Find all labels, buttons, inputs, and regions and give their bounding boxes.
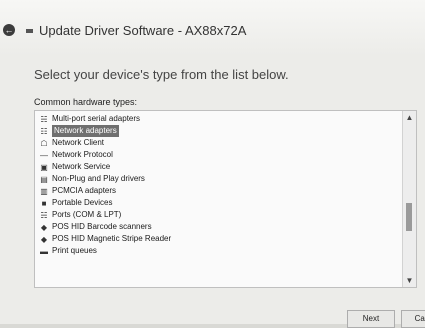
cancel-button[interactable]: Can [401,310,425,328]
stripe-reader-icon: ◆ [40,234,48,244]
list-item-label: POS HID Barcode scanners [52,222,152,231]
list-item-label: Multi-port serial adapters [52,114,141,123]
list-item[interactable]: — Network Protocol [35,149,397,161]
list-item-label: Network Client [52,138,105,147]
next-button[interactable]: Next [347,310,395,328]
list-item[interactable]: ▥ PCMCIA adapters [35,185,397,197]
hardware-types-label: Common hardware types: [34,97,138,107]
scrollbar[interactable]: ▲ ▼ [402,111,416,287]
list-item[interactable]: ■ Portable Devices [35,197,397,209]
list-item-label: Network Protocol [52,150,113,159]
printer-icon: ▬ [40,246,48,256]
chevron-down-icon[interactable]: ▼ [405,276,414,285]
back-arrow-icon[interactable]: ← [3,24,15,36]
list-item-label: Non-Plug and Play drivers [52,174,145,183]
list-item-label: Print queues [52,246,97,255]
list-item[interactable]: ☷ Network adapters [35,125,397,137]
list-item[interactable]: ◆ POS HID Barcode scanners [35,221,397,233]
list-item[interactable]: ◆ POS HID Magnetic Stripe Reader [35,233,397,245]
chevron-up-icon[interactable]: ▲ [405,113,414,122]
list-item-label: POS HID Magnetic Stripe Reader [52,234,172,243]
list-item[interactable]: ▬ Print queues [35,245,397,257]
network-client-icon: ☖ [40,138,48,148]
port-icon: ☵ [40,210,48,220]
scrollbar-thumb[interactable] [406,203,412,231]
page-heading: Select your device's type from the list … [34,67,289,82]
list-item[interactable]: ☵ Multi-port serial adapters [35,113,397,125]
network-service-icon: ▣ [40,162,48,172]
network-protocol-icon: — [40,150,48,160]
portable-device-icon: ■ [41,198,47,208]
hardware-types-list[interactable]: ☵ Multi-port serial adapters ☷ Network adap… [34,110,417,288]
list-item-label: Portable Devices [52,198,113,207]
list-item[interactable]: ☖ Network Client [35,137,397,149]
network-adapter-icon: ☷ [40,126,48,136]
barcode-scanner-icon: ◆ [40,222,48,232]
list-item[interactable]: ▣ Network Service [35,161,397,173]
device-icon: ▤ [40,174,48,184]
window-title: Update Driver Software - AX88x72A [39,23,247,38]
list-item-label: Ports (COM & LPT) [52,210,122,219]
update-driver-dialog: ← Update Driver Software - AX88x72A Sele… [0,0,425,328]
serial-port-icon: ☵ [40,114,48,124]
title-bar: ← Update Driver Software - AX88x72A [0,0,425,56]
list-item-label: PCMCIA adapters [52,186,117,195]
list-item[interactable]: ☵ Ports (COM & LPT) [35,209,397,221]
driver-icon [26,29,33,33]
pcmcia-icon: ▥ [40,186,48,196]
list-item-label: Network Service [52,162,111,171]
list-item-label: Network adapters [52,125,119,137]
list-item[interactable]: ▤ Non-Plug and Play drivers [35,173,397,185]
list-items: ☵ Multi-port serial adapters ☷ Network adap… [35,113,397,257]
